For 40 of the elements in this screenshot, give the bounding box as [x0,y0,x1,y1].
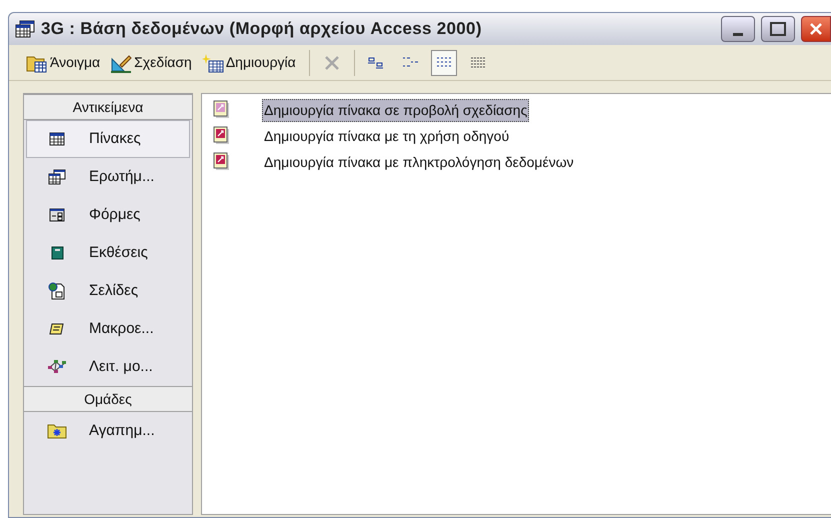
toolbar-button[interactable]: Σχεδίαση [109,52,193,73]
minimize-icon [733,33,743,36]
book-icon [50,246,64,260]
object-type-item[interactable]: Σελίδες [26,272,190,310]
new-table-icon [202,52,224,72]
group-header[interactable]: Αντικείμενα [24,94,192,120]
maximize-icon [770,22,786,36]
window-title: 3G : Βάση δεδομένων (Μορφή αρχείου Access 2000) [41,18,482,40]
toolbar-button[interactable]: Άνοιγμα [25,52,102,73]
ruler-pencil-icon [110,52,132,72]
list-item[interactable]: Δημιουργία πίνακα με τη χρήση οδηγού [262,124,512,148]
object-type-item[interactable]: Μακροε... [26,310,190,348]
maximize-button[interactable] [761,16,795,42]
list-view-icon [436,56,452,68]
large-icons-view-icon [368,56,384,68]
modules-icon [47,359,67,375]
close-icon [809,22,823,36]
close-button[interactable] [801,16,831,42]
web-page-icon [48,282,66,300]
query-icon [48,169,66,185]
form-icon [49,208,65,222]
object-type-item[interactable]: Λειτ. μο... [26,348,190,386]
list-item[interactable]: Δημιουργία πίνακα με πληκτρολόγηση δεδομένων [262,150,576,174]
scroll-icon [49,322,65,336]
object-type-item[interactable]: Ερωτήμ... [26,158,190,196]
database-window-icon [15,20,35,38]
toolbar-button[interactable]: Δημιουργία [200,52,297,73]
details-view-icon [470,56,486,68]
favorites-folder-icon [47,423,67,439]
object-type-item[interactable]: Φόρμες [26,196,190,234]
list-item[interactable]: Δημιουργία πίνακα σε προβολή σχεδίασης [262,98,530,122]
minimize-button[interactable] [721,16,755,42]
small-icons-view-icon [402,56,418,68]
table-icon [49,132,65,146]
object-type-item[interactable]: Εκθέσεις [26,234,190,272]
object-type-item[interactable]: Πίνακες [26,120,190,158]
object-type-item[interactable]: Αγαπημ... [26,412,190,450]
view-button[interactable] [430,50,457,76]
group-header[interactable]: Ομάδες [24,386,192,412]
delete-icon [324,54,340,70]
